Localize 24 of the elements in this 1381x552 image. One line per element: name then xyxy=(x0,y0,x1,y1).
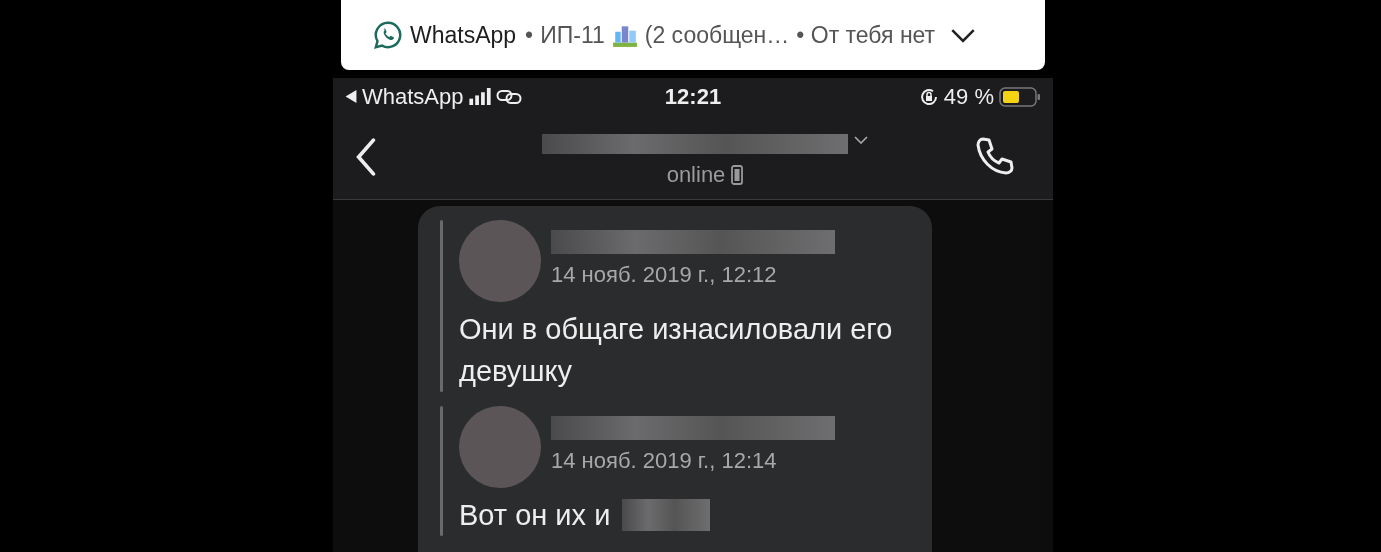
clock: 12:21 xyxy=(664,83,722,110)
battery-icon xyxy=(999,86,1041,107)
separator-dot: • xyxy=(525,21,534,49)
signal-icon xyxy=(468,88,491,105)
back-triangle-icon[interactable] xyxy=(345,90,357,103)
chevron-down-icon[interactable] xyxy=(854,136,868,144)
chat-name: ИП-11 xyxy=(540,21,605,49)
app-name: WhatsApp xyxy=(410,21,517,49)
online-status: online xyxy=(666,162,726,188)
notification-subtitle: • От тебя нет xyxy=(796,21,936,49)
message-text: Они в общаге изнасиловали его девушку xyxy=(459,312,894,389)
back-app-label[interactable]: WhatsApp xyxy=(362,83,464,110)
phone-device-icon xyxy=(731,165,744,185)
message-timestamp: 14 нояб. 2019 г., 12:12 xyxy=(551,262,778,288)
link-icon xyxy=(495,88,522,105)
chat-bubble-phone-icon xyxy=(373,20,403,50)
back-chevron-icon[interactable] xyxy=(355,138,377,176)
message-timestamp: 14 нояб. 2019 г., 12:14 xyxy=(551,448,778,474)
message-text: Вот он их и xyxy=(459,498,611,533)
message-preview: (2 сообщен… xyxy=(644,21,790,49)
battery-percentage: 49 % xyxy=(943,83,994,110)
rotation-lock-icon xyxy=(918,86,939,107)
notification-card[interactable]: WhatsApp • ИП-11 (2 сообщен… • От тебя нет xyxy=(341,0,1045,70)
chevron-down-icon[interactable] xyxy=(950,27,977,43)
